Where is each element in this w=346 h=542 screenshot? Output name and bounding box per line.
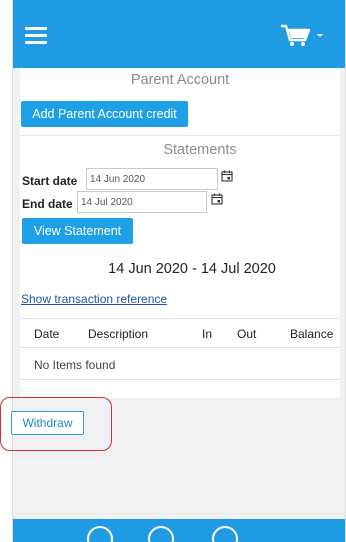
shopping-cart-icon[interactable] <box>279 22 325 48</box>
withdraw-highlight-annotation <box>0 397 112 451</box>
start-date-input[interactable]: 14 Jun 2020 <box>86 168 218 190</box>
show-transaction-reference-link[interactable]: Show transaction reference <box>21 292 167 306</box>
end-date-input[interactable]: 14 Jul 2020 <box>77 191 207 213</box>
add-credit-button[interactable]: Add Parent Account credit <box>21 101 188 127</box>
calendar-icon[interactable] <box>221 170 233 182</box>
column-header-in: In <box>202 327 213 341</box>
hamburger-icon[interactable] <box>25 27 47 44</box>
nav-button[interactable] <box>148 526 174 542</box>
app-frame: Parent Account Add Parent Account credit… <box>12 0 346 542</box>
column-header-date: Date <box>34 327 60 341</box>
nav-button[interactable] <box>87 526 113 542</box>
column-header-out: Out <box>237 327 257 341</box>
table-divider <box>20 379 340 380</box>
calendar-icon[interactable] <box>211 193 223 205</box>
end-date-label: End date <box>22 197 73 211</box>
start-date-label: Start date <box>22 174 78 188</box>
column-header-balance: Balance <box>290 327 334 341</box>
statements-heading: Statements <box>163 142 237 158</box>
view-statement-button[interactable]: View Statement <box>22 218 133 244</box>
page-title: Parent Account <box>130 72 230 88</box>
statement-table-header: Date Description In Out Balance <box>20 318 340 348</box>
top-bar <box>13 0 345 68</box>
statement-range: 14 Jun 2020 - 14 Jul 2020 <box>108 261 276 277</box>
nav-button[interactable] <box>212 526 238 542</box>
column-header-description: Description <box>88 327 149 341</box>
bottom-nav-bar <box>13 519 345 542</box>
empty-table-message: No Items found <box>34 358 116 372</box>
